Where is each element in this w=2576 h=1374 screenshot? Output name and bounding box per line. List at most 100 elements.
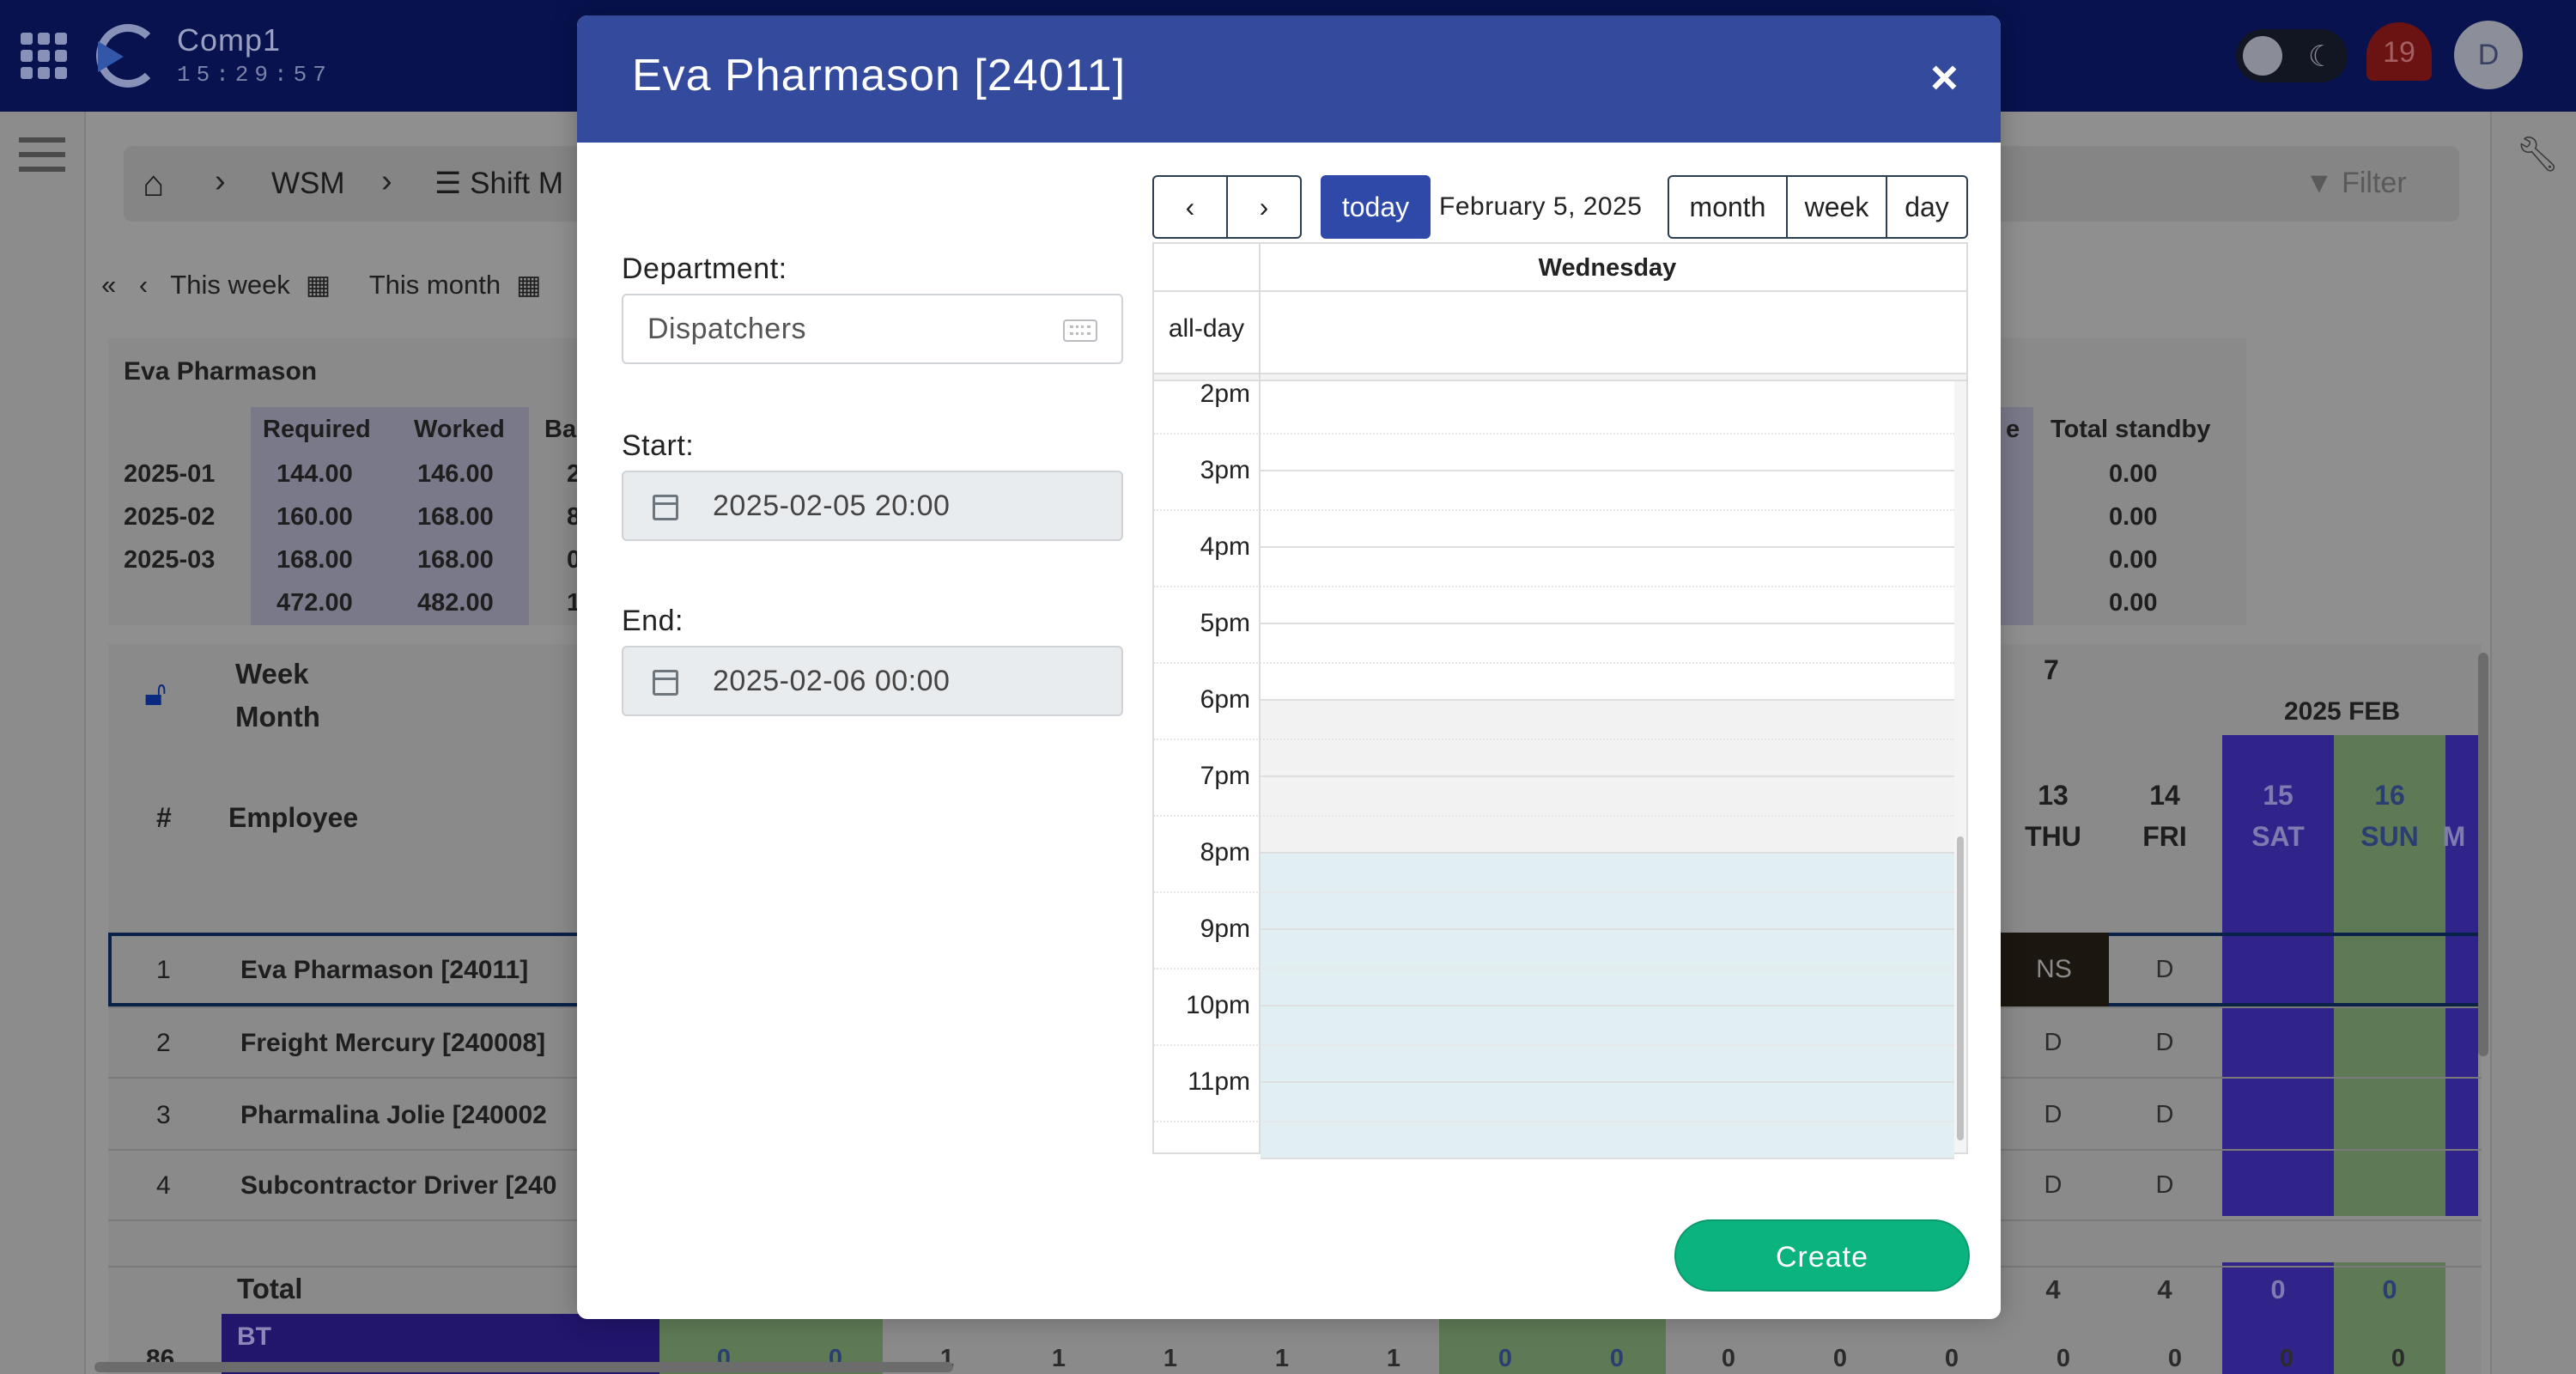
calendar-month-view-button[interactable]: month [1668,175,1788,239]
total-value: 0 [2382,1274,2397,1304]
theme-toggle[interactable]: ☾ [2236,29,2348,82]
calendar-scroll-thumb[interactable] [1957,836,1964,1140]
filter-button[interactable]: ▼ Filter [2305,167,2407,200]
month-header: 2025 FEB [2284,697,2401,726]
hour-label: 5pm [1200,609,1250,637]
notification-bell-icon[interactable]: 19 [2366,17,2435,89]
calendar-day-view-button[interactable]: day [1886,175,1968,239]
time-slot[interactable] [1154,1083,1954,1159]
calendar-today-button[interactable]: today [1321,175,1431,239]
hour-label: 7pm [1200,762,1250,790]
time-slot[interactable] [1154,854,1954,930]
unlock-icon[interactable]: 🔓︎ [144,675,167,714]
shift-cell[interactable]: D [2109,1029,2221,1057]
prev-period-button[interactable]: ‹ [139,270,148,300]
day-header-mon: M [2442,821,2466,852]
summary-required: 472.00 [276,589,353,617]
calendar-next-button[interactable]: › [1226,175,1302,239]
bt-value: 0 [2391,1345,2406,1372]
employee-name[interactable]: Subcontractor Driver [240 [240,1171,556,1201]
app-grid-icon[interactable] [21,33,67,79]
day-header-sat: 15 SAT [2222,775,2334,857]
month-label: Month [235,701,320,733]
bt-value: 0 [1721,1345,1736,1372]
menu-icon[interactable] [19,137,65,172]
day-num: 13 [2038,780,2069,811]
row-number: 3 [156,1101,171,1129]
start-field[interactable]: 2025-02-05 20:00 [622,471,1123,541]
employee-name[interactable]: Eva Pharmason [24011] [240,956,528,985]
toggle-knob [2243,36,2282,76]
bt-value: 0 [2056,1345,2071,1372]
employee-name[interactable]: Pharmalina Jolie [240002 [240,1101,547,1130]
hour-label: 11pm [1188,1067,1250,1096]
calendar-date-title: February 5, 2025 [1439,192,1643,221]
calendar-day-header: Wednesday [1154,244,1966,292]
bt-value: 0 [1944,1345,1959,1372]
breadcrumb-shift[interactable]: ☰ Shift M [434,167,563,201]
time-slot[interactable] [1154,395,1954,471]
day-num: 16 [2374,780,2405,811]
end-field[interactable]: 2025-02-06 00:00 [622,646,1123,716]
time-slot[interactable] [1154,777,1954,854]
summary-header: e [2006,416,2020,443]
period-nav: « ‹ This week ▦ This month ▦ [101,270,556,301]
summary-worked: 168.00 [417,546,494,574]
start-value: 2025-02-05 20:00 [713,489,951,522]
shift-cell[interactable]: D [2109,1101,2221,1129]
department-field[interactable]: Dispatchers [622,294,1123,364]
left-rail [0,112,86,1374]
shift-cell[interactable]: NS [1999,933,2109,1006]
summary-standby: 0.00 [2109,503,2158,531]
calendar-day-name: Wednesday [1538,254,1677,282]
day-header-fri: 14 FRI [2109,775,2221,857]
calendar-divider [1154,374,1966,381]
shift-cell[interactable]: D [2109,1171,2221,1200]
create-button[interactable]: Create [1674,1219,1970,1292]
summary-standby: 0.00 [2109,460,2158,488]
chevron-right-icon: › [381,163,392,199]
hour-label: 8pm [1200,838,1250,866]
total-value: 4 [2045,1274,2061,1304]
all-day-row[interactable] [1154,292,1966,374]
avatar[interactable]: D [2454,21,2523,89]
this-month-button[interactable]: This month [369,270,501,300]
hour-label: 6pm [1200,685,1250,714]
close-icon[interactable]: × [1930,52,1959,103]
time-slot[interactable] [1154,471,1954,548]
shift-cell[interactable]: D [1997,1101,2109,1129]
time-slot[interactable] [1154,624,1954,701]
first-period-button[interactable]: « [101,270,116,300]
bt-value: 1 [1386,1345,1401,1372]
shift-cell[interactable]: D [1997,1029,2109,1057]
wrench-icon[interactable]: 🔧︎ [2516,134,2560,174]
calendar-prev-button[interactable]: ‹ [1152,175,1228,239]
total-value: 4 [2157,1274,2172,1304]
list-icon: ☰ [434,167,471,200]
horizontal-scrollbar[interactable] [94,1362,953,1372]
time-slot[interactable] [1154,701,1954,777]
day-header-thu: 13 THU [1997,775,2109,857]
end-value: 2025-02-06 00:00 [713,665,951,697]
bt-value: 1 [1274,1345,1290,1372]
time-slot[interactable] [1154,548,1954,624]
breadcrumb-shift-label: Shift M [470,167,564,200]
bt-label: BT [237,1322,271,1351]
vertical-scrollbar[interactable] [2478,653,2488,1056]
home-icon[interactable]: ⌂ [143,163,164,204]
summary-header: Worked [414,416,505,443]
calendar-week-view-button[interactable]: week [1786,175,1887,239]
summary-header: Required [263,416,371,443]
calendar-icon: ▦ [516,270,542,300]
breadcrumb-wsm[interactable]: WSM [271,167,345,201]
shift-cell[interactable]: D [1997,1171,2109,1200]
employee-name[interactable]: Freight Mercury [240008] [240,1029,545,1058]
day-dow: SAT [2251,821,2305,852]
bt-value: 0 [1498,1345,1513,1372]
this-week-button[interactable]: This week [170,270,290,300]
shift-cell[interactable]: D [2109,956,2221,984]
time-slot[interactable] [1154,1006,1954,1083]
chevron-right-icon: › [215,163,226,199]
day-num: 14 [2149,780,2180,811]
time-slot[interactable] [1154,930,1954,1006]
